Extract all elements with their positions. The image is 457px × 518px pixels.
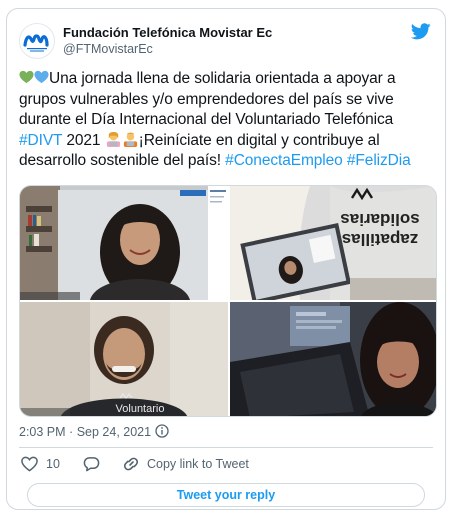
copy-link-label[interactable]: Copy link to Tweet	[147, 457, 249, 471]
display-name[interactable]: Fundación Telefónica Movistar Ec	[63, 24, 272, 41]
reply-button[interactable]	[83, 454, 100, 474]
hashtag-conectaempleo[interactable]: #ConectaEmpleo	[225, 152, 343, 169]
tweet-actions: 10 Copy link to Tweet	[19, 454, 429, 476]
shirt-text-zapatillas: zapatillas	[342, 230, 419, 249]
tweet-time[interactable]: 2:03 PM	[19, 425, 66, 439]
account-names[interactable]: Fundación Telefónica Movistar Ec @FTMovi…	[63, 24, 272, 58]
hashtag-divt[interactable]: #DIVT	[19, 132, 62, 149]
man-technologist-icon	[123, 132, 137, 147]
woman-technologist-icon	[106, 131, 120, 147]
tweet-text-part2: 2021	[62, 131, 105, 149]
movistar-logo-icon	[23, 34, 49, 52]
tweet-text: Una jornada llena de solidaria orientada…	[19, 69, 437, 172]
divider	[19, 447, 433, 448]
media-grid[interactable]: zapatillas solidarias Voluntario	[19, 185, 437, 417]
account-handle[interactable]: @FTMovistarEc	[63, 41, 272, 58]
avatar[interactable]	[19, 23, 55, 59]
link-icon[interactable]	[123, 456, 139, 472]
photo-video-call-woman-bookshelf[interactable]	[20, 186, 228, 300]
blue-heart-icon	[34, 70, 49, 84]
tweet-header: Fundación Telefónica Movistar Ec @FTMovi…	[19, 21, 433, 65]
like-count: 10	[46, 457, 60, 471]
shirt-text-solidarias: solidarias	[340, 210, 419, 229]
tweet-card: Fundación Telefónica Movistar Ec @FTMovi…	[6, 8, 446, 510]
tweet-date[interactable]: Sep 24, 2021	[77, 425, 151, 439]
green-heart-icon	[19, 70, 34, 84]
hashtag-felizdia[interactable]: #FelizDia	[347, 152, 411, 169]
comment-bubble-icon[interactable]	[83, 456, 100, 472]
tweet-timestamp[interactable]: 2:03 PM · Sep 24, 2021	[19, 424, 169, 439]
info-icon[interactable]	[155, 424, 169, 438]
tweet-text-part1: Una jornada llena de solidaria orientada…	[19, 70, 396, 128]
photo-volunteer-shirt-laptop[interactable]: zapatillas solidarias	[230, 186, 436, 300]
copy-link-button[interactable]: Copy link to Tweet	[123, 454, 249, 474]
meta-separator: ·	[69, 425, 74, 439]
twitter-bird-icon[interactable]	[411, 23, 431, 40]
tweet-your-reply-button[interactable]: Tweet your reply	[27, 483, 425, 507]
heart-outline-icon[interactable]	[21, 456, 38, 472]
like-button[interactable]: 10	[21, 454, 60, 474]
photo-woman-laptop-dark-room[interactable]	[230, 302, 436, 416]
photo-man-voluntario-shirt[interactable]: Voluntario	[20, 302, 228, 416]
shirt-text-voluntario: Voluntario	[116, 403, 165, 415]
